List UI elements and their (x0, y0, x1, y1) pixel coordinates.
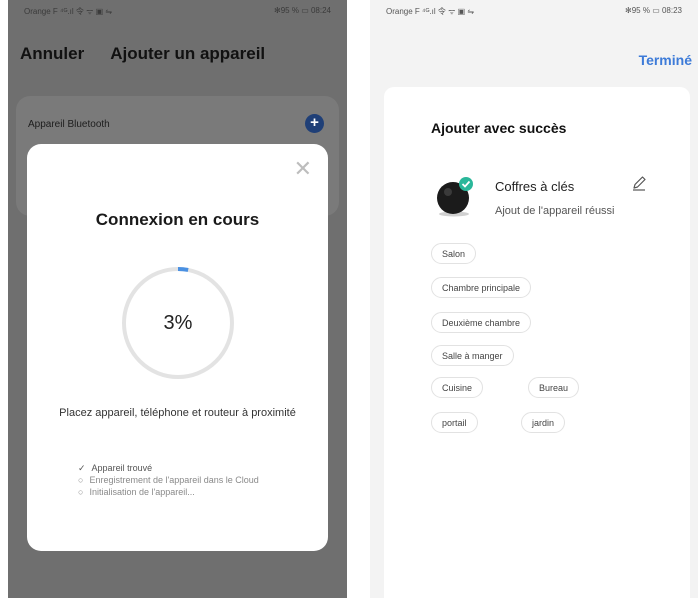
device-image (437, 177, 473, 217)
done-button[interactable]: Terminé (639, 52, 692, 68)
room-tag[interactable]: Deuxième chambre (431, 312, 532, 333)
cancel-button[interactable]: Annuler (20, 44, 84, 64)
step-label: Enregistrement de l'appareil dans le Clo… (89, 475, 259, 485)
dialog-title: Connexion en cours (95, 210, 260, 229)
room-tag[interactable]: Cuisine (431, 377, 484, 398)
connecting-dialog: ✕ Connexion en cours 3% Placez appareil,… (27, 144, 328, 551)
header: Annuler Ajouter un appareil (20, 44, 265, 64)
status-bar: Orange F ⁴ᴳ.ıl 令 ᯤ ▣ ⇋ ✻95 % ▭ 08:23 (370, 6, 698, 20)
status-right: ✻95 % ▭ 08:23 (625, 6, 682, 15)
step-label: Appareil trouvé (91, 463, 153, 473)
step-item: ✓ Appareil trouvé (78, 462, 259, 474)
success-title: Ajouter avec succès (431, 120, 567, 136)
success-check-icon (459, 177, 473, 191)
right-screen: Orange F ⁴ᴳ.ıl 令 ᯤ ▣ ⇋ ✻95 % ▭ 08:23 Ter… (370, 0, 698, 598)
bluetooth-device-label: Appareil Bluetooth (28, 119, 110, 130)
room-tag[interactable]: Chambre principale (431, 277, 532, 298)
step-list: ✓ Appareil trouvé ○ Enregistrement de l'… (78, 462, 259, 498)
status-right: ✻95 % ▭ 08:24 (274, 6, 331, 15)
device-status: Ajout de l'appareil réussi (495, 205, 615, 217)
step-item: ○ Initialisation de l'appareil... (78, 486, 259, 498)
step-label: Initialisation de l'appareil... (89, 487, 195, 497)
check-icon: ✓ (78, 463, 86, 473)
close-icon[interactable]: ✕ (294, 158, 312, 180)
circle-icon: ○ (78, 475, 84, 485)
plus-icon[interactable]: + (305, 114, 324, 133)
proximity-hint: Placez appareil, téléphone et routeur à … (59, 407, 296, 419)
success-card: Ajouter avec succès Coffres à clés Ajout… (384, 87, 690, 598)
room-tag[interactable]: jardin (521, 412, 566, 433)
room-tag[interactable]: portail (431, 412, 478, 433)
left-screen: Orange F ⁴ᴳ.ıl 令 ᯤ ▣ ⇋ ✻95 % ▭ 08:24 Ann… (8, 0, 347, 598)
status-carrier: Orange F ⁴ᴳ.ıl 令 ᯤ ▣ ⇋ (24, 7, 113, 16)
status-bar: Orange F ⁴ᴳ.ıl 令 ᯤ ▣ ⇋ ✻95 % ▭ 08:24 (8, 6, 347, 20)
step-item: ○ Enregistrement de l'appareil dans le C… (78, 474, 259, 486)
status-carrier: Orange F ⁴ᴳ.ıl 令 ᯤ ▣ ⇋ (386, 7, 475, 16)
page-title: Ajouter un appareil (110, 44, 266, 63)
room-tag[interactable]: Bureau (528, 377, 580, 398)
device-name: Coffres à clés (495, 179, 575, 194)
progress-percent: 3% (163, 312, 193, 334)
room-tag[interactable]: Salon (431, 243, 477, 264)
circle-icon: ○ (78, 487, 84, 497)
edit-pencil-icon[interactable] (630, 174, 648, 192)
room-tag[interactable]: Salle à manger (431, 345, 514, 366)
